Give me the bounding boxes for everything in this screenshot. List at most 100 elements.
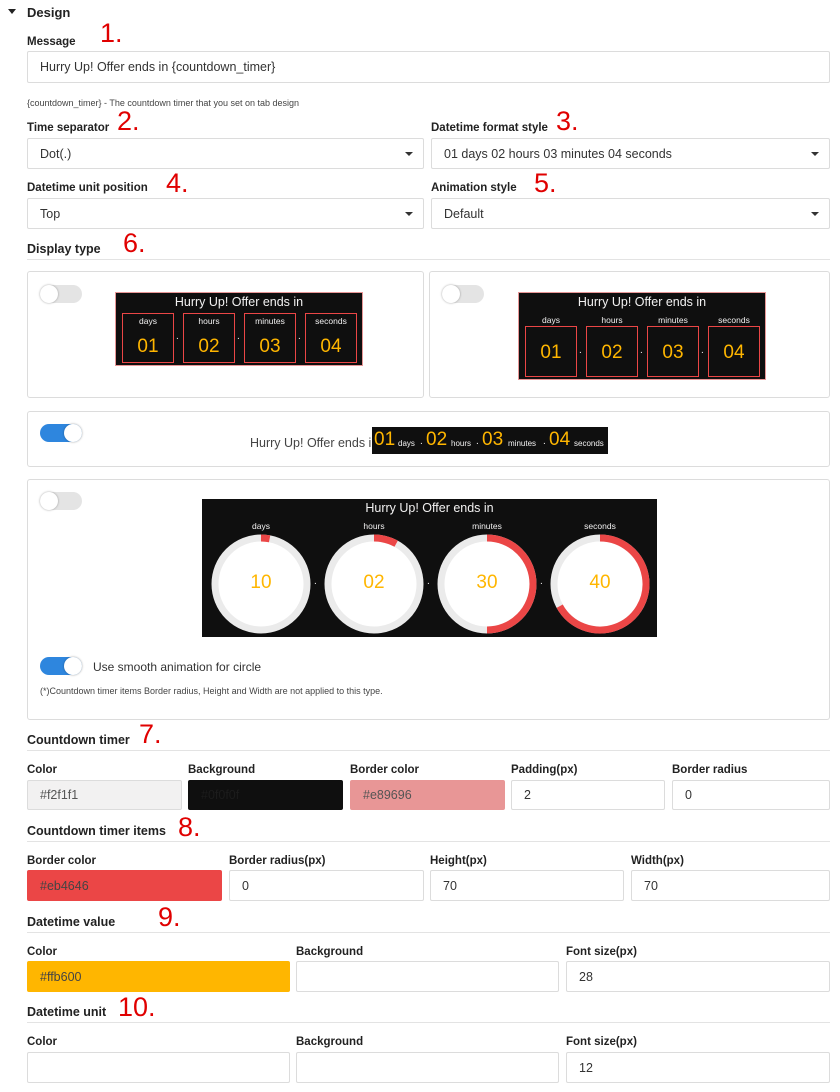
unit-position-value: Top (40, 206, 61, 221)
value-label: 04 (549, 429, 571, 450)
timer-padding-input[interactable]: 2 (511, 780, 665, 810)
annotation-8: 8. (178, 812, 201, 842)
inline-prefix-text: Hurry Up! Offer ends in (250, 436, 379, 450)
unit-background-input[interactable] (296, 1052, 559, 1083)
unit-position-select[interactable]: Top (27, 198, 424, 229)
items-width-input[interactable]: 70 (631, 870, 830, 901)
value-background-input[interactable] (296, 961, 559, 992)
value-color-label: Color (27, 946, 58, 958)
value-label: 02 (601, 342, 623, 363)
datetime-unit-title: Datetime unit (27, 1005, 107, 1019)
time-separator-select[interactable]: Dot(.) (27, 138, 424, 169)
separator: . (540, 576, 543, 587)
divider (27, 750, 830, 751)
unit-color-label: Color (27, 1036, 58, 1048)
timer-item-minutes: 03 (647, 326, 699, 377)
annotation-4: 4. (166, 168, 189, 198)
datetime-format-label: Datetime format style (431, 122, 548, 134)
display-type-1-toggle[interactable] (40, 285, 82, 303)
items-border-color-input[interactable]: #eb4646 (27, 870, 222, 901)
display-type-4-toggle[interactable] (40, 492, 82, 510)
items-border-radius-label: Border radius(px) (229, 855, 326, 867)
datetime-value-title: Datetime value (27, 915, 116, 929)
unit-font-size-label: Font size(px) (566, 1036, 637, 1048)
unit-label: seconds (315, 316, 347, 326)
timer-preview-1: Hurry Up! Offer ends in days 01 . hours … (115, 292, 363, 366)
value-label: 04 (320, 336, 342, 357)
display-type-option-2[interactable]: Hurry Up! Offer ends in days hours minut… (429, 271, 830, 398)
annotation-7: 7. (139, 719, 162, 749)
timer-border-radius-label: Border radius (672, 764, 748, 776)
animation-style-value: Default (444, 206, 484, 221)
message-hint: {countdown_timer} - The countdown timer … (27, 98, 299, 108)
annotation-9: 9. (158, 902, 181, 932)
display-type-3-toggle[interactable] (40, 424, 82, 442)
separator: . (237, 331, 240, 342)
timer-border-color-input[interactable]: #e89696 (350, 780, 505, 810)
circle-progress-arc (260, 534, 271, 543)
circle-timer-svg (211, 534, 650, 634)
unit-label: hours (601, 315, 623, 325)
timer-background-label: Background (188, 764, 256, 776)
timer-item-days: 01 (525, 326, 577, 377)
value-label: 01 (137, 336, 159, 357)
timer-border-radius-input[interactable]: 0 (672, 780, 830, 810)
dropdown-arrow-icon (405, 151, 413, 156)
unit-font-size-input[interactable]: 12 (566, 1052, 830, 1083)
circle-value: 02 (363, 572, 385, 593)
design-section-title: Design (27, 5, 71, 20)
smooth-animation-toggle[interactable] (40, 657, 82, 675)
unit-label: minutes (658, 315, 688, 325)
value-color-input[interactable]: #ffb600 (27, 961, 290, 992)
timer-background-input[interactable]: #0f0f0f (188, 780, 343, 810)
toggle-knob (64, 424, 82, 442)
unit-label: seconds (574, 439, 604, 448)
value-label: 03 (662, 342, 684, 363)
timer-item-days: days 01 (122, 313, 174, 363)
divider (27, 259, 830, 260)
separator: . (298, 331, 301, 342)
timer-preview-2: Hurry Up! Offer ends in days hours minut… (518, 292, 766, 380)
timer-items-title: Countdown timer items (27, 824, 166, 838)
display-type-2-toggle[interactable] (442, 285, 484, 303)
circle-value: 10 (250, 572, 272, 593)
separator: . (543, 436, 546, 447)
timer-color-label: Color (27, 764, 58, 776)
unit-label: hours (198, 316, 220, 326)
divider (27, 932, 830, 933)
value-label: 02 (426, 429, 448, 450)
timer-preview-4: Hurry Up! Offer ends in days hours minut… (202, 499, 657, 637)
dropdown-arrow-icon (811, 211, 819, 216)
message-input[interactable]: Hurry Up! Offer ends in {countdown_timer… (27, 51, 830, 83)
items-height-input[interactable]: 70 (430, 870, 624, 901)
dropdown-arrow-icon (811, 151, 819, 156)
value-label: 03 (482, 429, 504, 450)
annotation-6: 6. (123, 228, 146, 258)
separator: . (640, 345, 643, 356)
time-separator-label: Time separator (27, 122, 110, 134)
display-type-option-3[interactable]: Hurry Up! Offer ends in 01 days . 02 hou… (27, 411, 830, 467)
items-border-color-label: Border color (27, 855, 97, 867)
separator: . (314, 576, 317, 587)
timer-preview-3: 01 days . 02 hours . 03 minutes . 04 sec… (372, 427, 608, 454)
value-font-size-input[interactable]: 28 (566, 961, 830, 992)
divider (27, 841, 830, 842)
display-type-label: Display type (27, 242, 101, 256)
unit-color-input[interactable] (27, 1052, 290, 1083)
display-type-option-1[interactable]: Hurry Up! Offer ends in days 01 . hours … (27, 271, 424, 398)
animation-style-select[interactable]: Default (431, 198, 830, 229)
items-width-label: Width(px) (631, 855, 684, 867)
toggle-knob (40, 285, 58, 303)
display-type-option-4[interactable]: Hurry Up! Offer ends in days hours minut… (27, 479, 830, 720)
toggle-knob (442, 285, 460, 303)
value-label: 01 (374, 429, 396, 450)
unit-label: days (139, 316, 157, 326)
datetime-format-select[interactable]: 01 days 02 hours 03 minutes 04 seconds (431, 138, 830, 169)
items-border-radius-input[interactable]: 0 (229, 870, 424, 901)
unit-label: minutes (255, 316, 285, 326)
unit-label: days (398, 439, 415, 448)
value-font-size-label: Font size(px) (566, 946, 637, 958)
collapse-caret-icon[interactable] (8, 9, 16, 14)
timer-color-input[interactable]: #f2f1f1 (27, 780, 182, 810)
annotation-1: 1. (100, 18, 123, 48)
